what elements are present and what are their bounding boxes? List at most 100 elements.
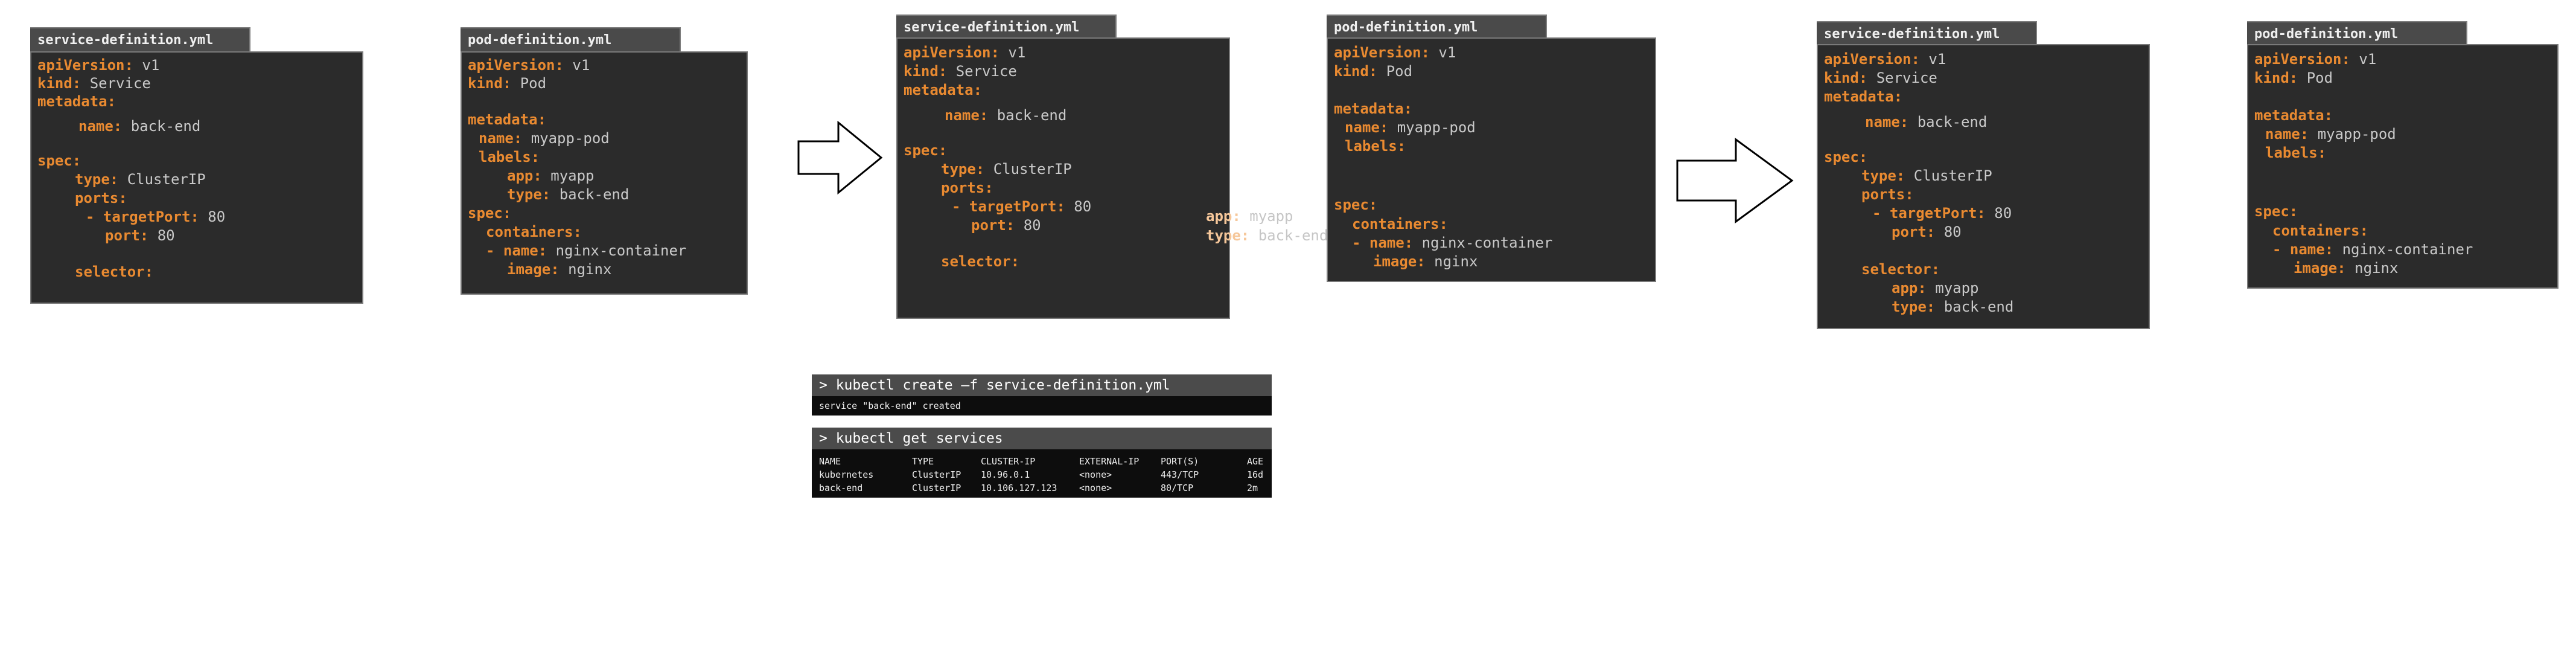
code-block: apiVersion: v1 kind: Service metadata: n… [896, 37, 1230, 319]
yaml-line: containers: [486, 223, 582, 240]
yaml-line: spec: [2254, 203, 2298, 220]
table-cell: 16d [1247, 469, 1264, 480]
table-cell: back-end [819, 483, 863, 493]
yaml-line: spec: [1334, 196, 1378, 213]
terminal-get-services: > kubectl get services NAME TYPE CLUSTER… [812, 428, 1272, 498]
yaml-line: - targetPort: 80 [1872, 205, 2012, 222]
yaml-line: ports: [941, 179, 993, 196]
yaml-line: type: ClusterIP [75, 171, 206, 188]
yaml-line: name: back-end [78, 118, 201, 135]
yaml-line: name: myapp-pod [479, 130, 610, 147]
yaml-line: port: 80 [1892, 223, 1962, 240]
yaml-line: metadata: [904, 82, 983, 98]
yaml-line: containers: [1352, 216, 1448, 233]
table-header: NAME [819, 456, 841, 467]
yaml-line: metadata: [1334, 100, 1413, 117]
floating-app-label: app: myapp [1206, 208, 1293, 225]
table-header: CLUSTER-IP [981, 456, 1036, 467]
file-tab: service-definition.yml [896, 14, 1117, 39]
yaml-line: spec: [37, 152, 81, 169]
yaml-line: - targetPort: 80 [952, 198, 1092, 215]
code-block: apiVersion: v1 kind: Pod metadata: name:… [461, 51, 748, 295]
yaml-line: apiVersion: v1 [2254, 51, 2377, 68]
table-cell: 2m [1247, 483, 1258, 493]
yaml-line: metadata: [2254, 107, 2333, 124]
yaml-line: image: nginx [507, 261, 612, 278]
yaml-line: name: back-end [945, 107, 1067, 124]
file-tab: service-definition.yml [30, 27, 250, 51]
table-header: PORT(S) [1161, 456, 1199, 467]
file-tab: pod-definition.yml [461, 27, 681, 51]
table-cell: 10.106.127.123 [981, 483, 1057, 493]
pod-definition-panel-2: pod-definition.yml apiVersion: v1 kind: … [1327, 14, 1656, 282]
yaml-line: type: ClusterIP [1861, 167, 1992, 184]
yaml-line: apiVersion: v1 [904, 44, 1026, 61]
terminal-command: > kubectl create –f service-definition.y… [812, 374, 1272, 396]
yaml-line: selector: [941, 253, 1020, 270]
yaml-line: apiVersion: v1 [1824, 51, 1946, 68]
yaml-line: labels: [479, 149, 540, 165]
services-table: NAME TYPE CLUSTER-IP EXTERNAL-IP PORT(S)… [812, 449, 1272, 498]
table-header: EXTERNAL-IP [1079, 456, 1140, 467]
yaml-line: type: ClusterIP [941, 161, 1072, 178]
table-cell: <none> [1079, 483, 1112, 493]
table-header: AGE [1247, 456, 1264, 467]
yaml-line: kind: Service [37, 75, 151, 92]
yaml-line: image: nginx [2294, 260, 2399, 277]
yaml-line: spec: [904, 142, 948, 159]
floating-type-label: type: back-end [1206, 227, 1328, 244]
code-block: apiVersion: v1 kind: Pod metadata: name:… [1327, 37, 1656, 282]
yaml-line: name: myapp-pod [2265, 126, 2396, 143]
yaml-line: - targetPort: 80 [86, 208, 226, 225]
file-tab: service-definition.yml [1817, 21, 2037, 45]
file-tab: pod-definition.yml [1327, 14, 1547, 39]
yaml-line: kind: Pod [468, 75, 547, 92]
yaml-line: ports: [1861, 186, 1914, 203]
yaml-line: kind: Service [1824, 69, 1937, 86]
code-block: apiVersion: v1 kind: Pod metadata: name:… [2247, 44, 2558, 289]
service-definition-panel-2: service-definition.yml apiVersion: v1 ki… [896, 14, 1230, 319]
service-definition-panel-3: service-definition.yml apiVersion: v1 ki… [1817, 21, 2150, 329]
yaml-line: app: myapp [1892, 280, 1979, 297]
pod-definition-panel-1: pod-definition.yml apiVersion: v1 kind: … [461, 27, 748, 296]
table-cell: ClusterIP [912, 483, 961, 493]
code-block: apiVersion: v1 kind: Service metadata: n… [30, 51, 363, 304]
code-block: apiVersion: v1 kind: Service metadata: n… [1817, 44, 2150, 329]
yaml-line: metadata: [468, 111, 547, 128]
yaml-line: - name: nginx-container [486, 242, 687, 259]
yaml-line: - name: nginx-container [1352, 234, 1553, 251]
yaml-line: - name: nginx-container [2272, 241, 2473, 258]
table-cell: 443/TCP [1161, 469, 1199, 480]
table-cell: <none> [1079, 469, 1112, 480]
yaml-line: kind: Service [904, 63, 1017, 80]
yaml-line: port: 80 [105, 227, 175, 244]
yaml-line: port: 80 [971, 217, 1041, 234]
yaml-line: labels: [1345, 138, 1406, 155]
yaml-line: apiVersion: v1 [1334, 44, 1456, 61]
table-cell: 80/TCP [1161, 483, 1194, 493]
yaml-line: containers: [2272, 222, 2368, 239]
yaml-line: kind: Pod [1334, 63, 1413, 80]
yaml-line: name: myapp-pod [1345, 119, 1476, 136]
table-cell: 10.96.0.1 [981, 469, 1030, 480]
yaml-line: type: back-end [1892, 298, 2014, 315]
yaml-line: metadata: [37, 93, 116, 110]
table-header: TYPE [912, 456, 934, 467]
yaml-line: name: back-end [1865, 114, 1988, 130]
yaml-line: metadata: [1824, 88, 1903, 105]
right-arrow-icon [1676, 138, 1794, 223]
terminal-output-line: service "back-end" created [819, 400, 961, 411]
terminal-output: service "back-end" created [812, 396, 1272, 416]
yaml-line: spec: [468, 205, 512, 222]
yaml-line: ports: [75, 190, 127, 207]
file-tab: pod-definition.yml [2247, 21, 2467, 45]
yaml-line: selector: [75, 263, 154, 280]
service-definition-panel-1: service-definition.yml apiVersion: v1 ki… [30, 27, 363, 305]
yaml-line: spec: [1824, 149, 1868, 165]
yaml-line: selector: [1861, 261, 1940, 278]
yaml-line: kind: Pod [2254, 69, 2333, 86]
yaml-line: app: myapp [507, 167, 595, 184]
pod-definition-panel-3: pod-definition.yml apiVersion: v1 kind: … [2247, 21, 2558, 289]
table-cell: ClusterIP [912, 469, 961, 480]
terminal-command: > kubectl get services [812, 428, 1272, 449]
